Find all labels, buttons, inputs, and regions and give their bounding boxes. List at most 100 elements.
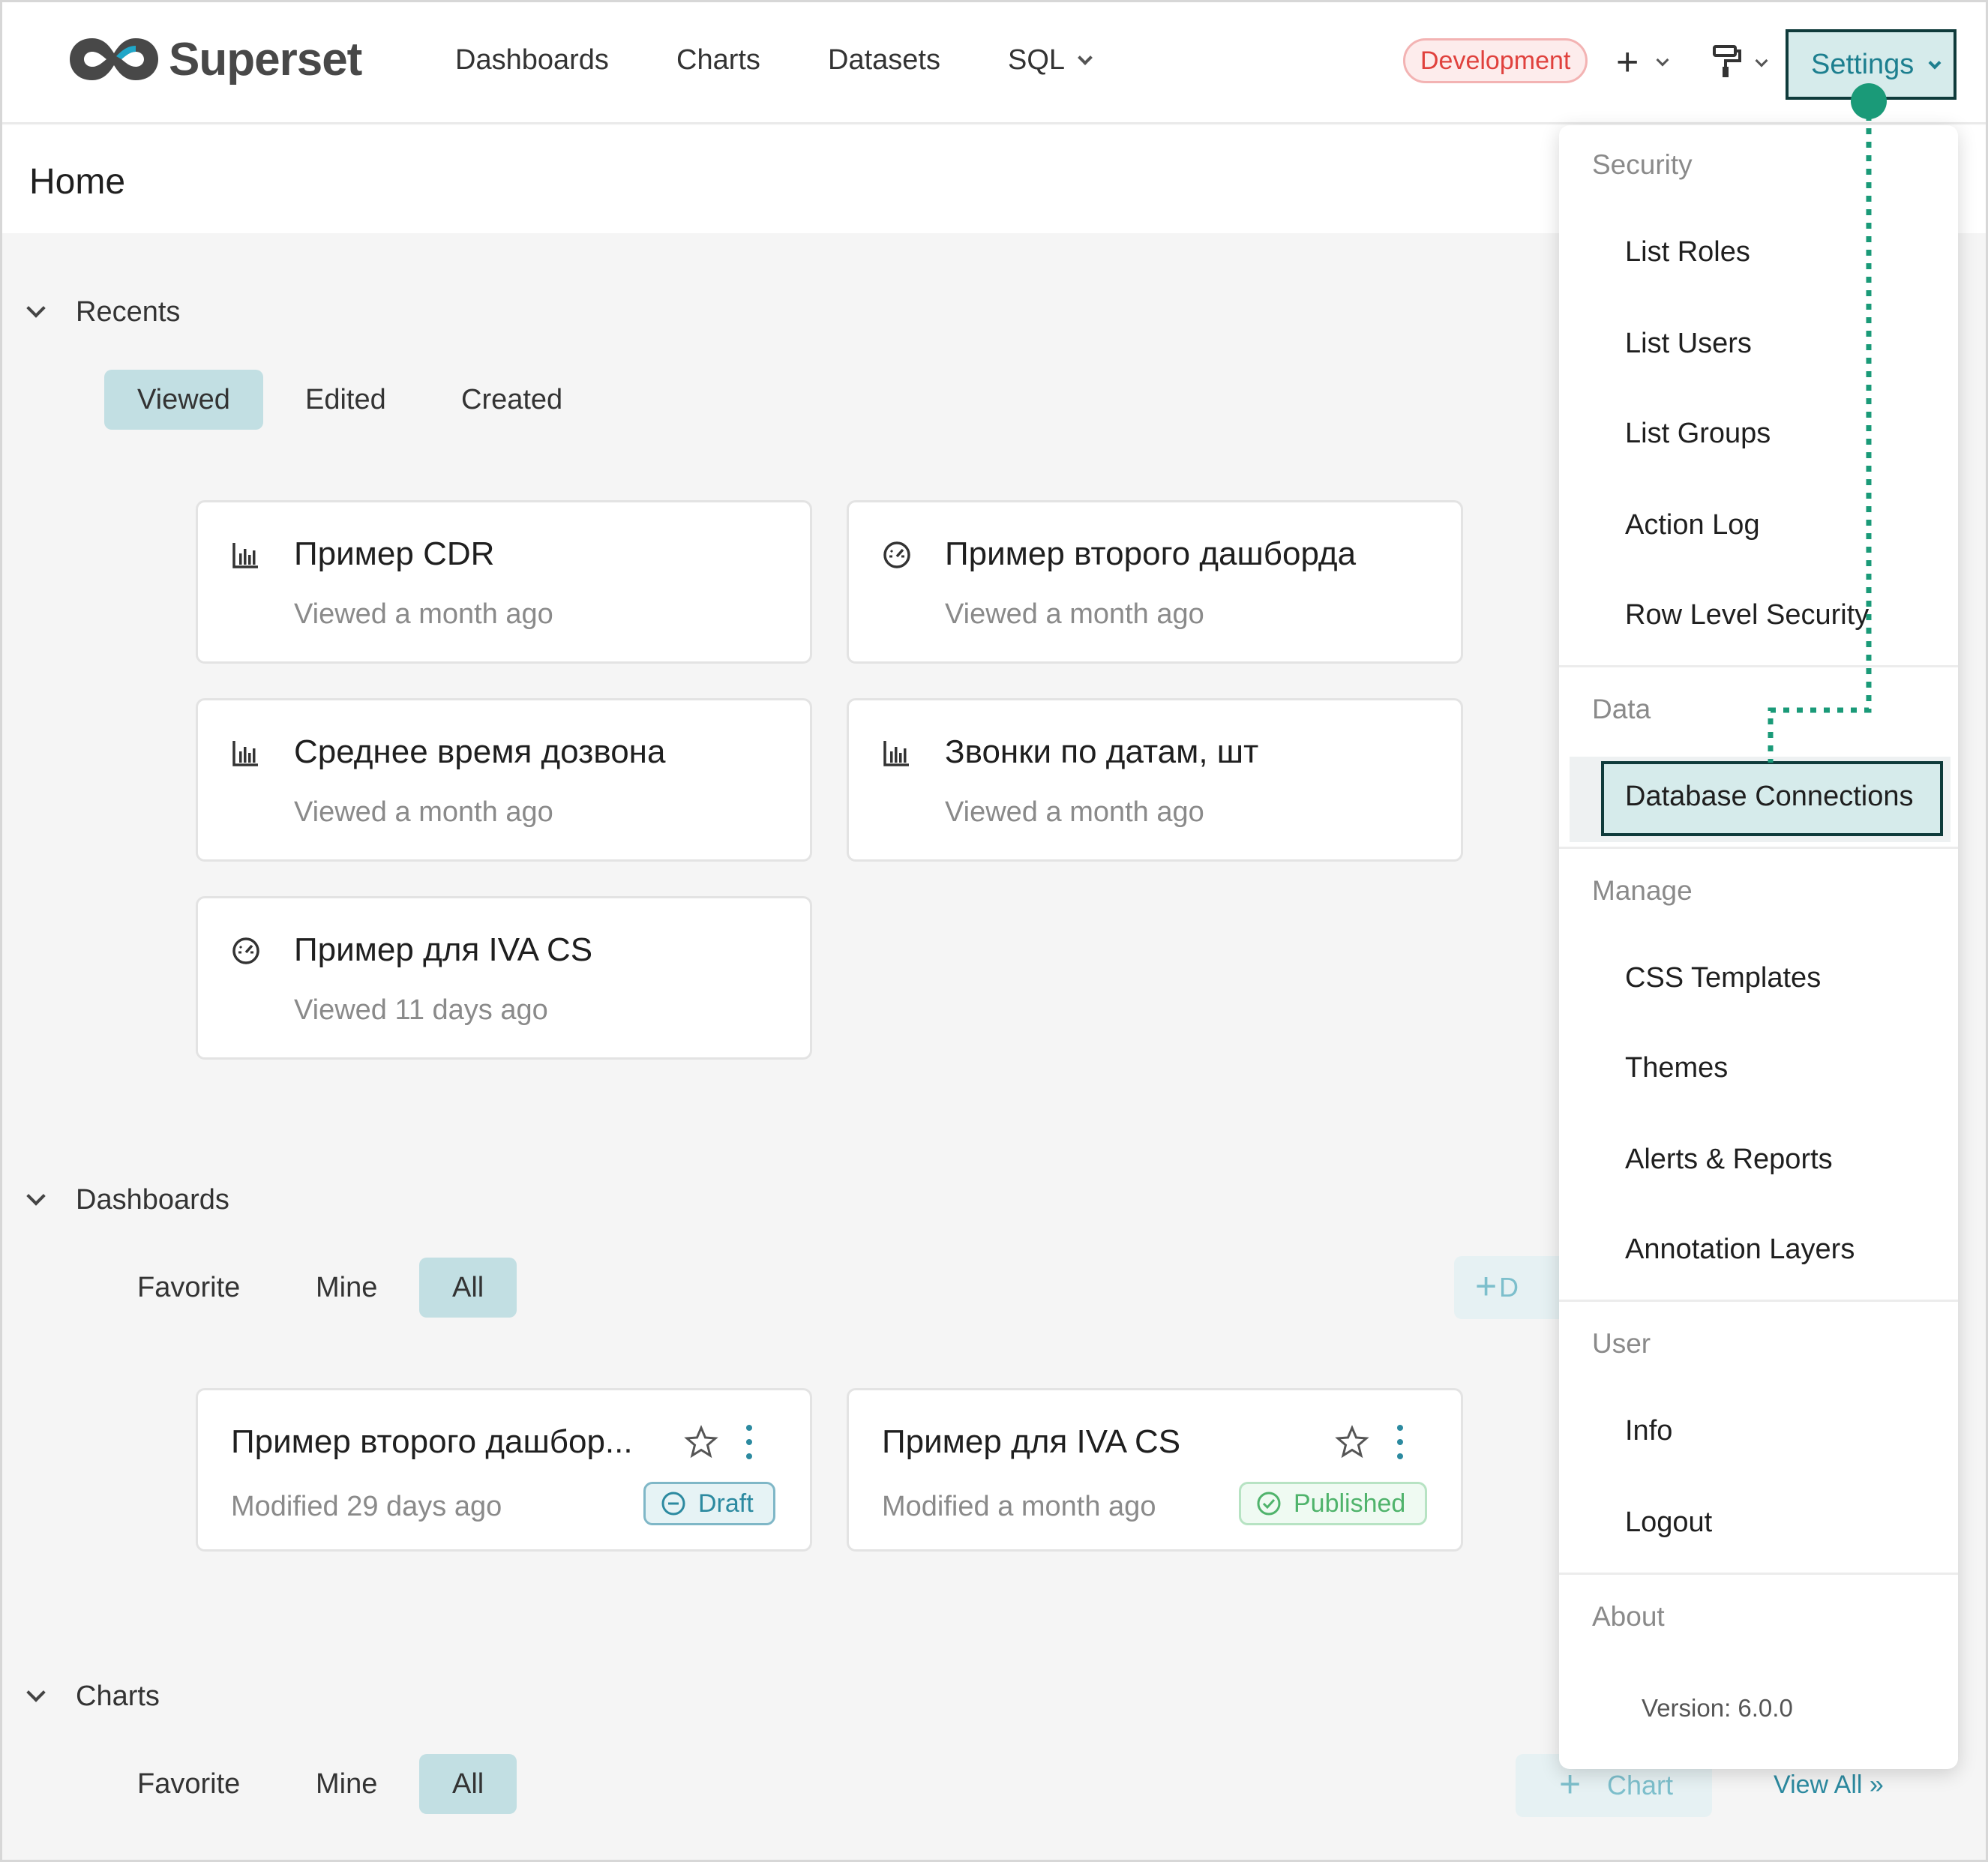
menu-divider: [1559, 665, 1958, 667]
bar-chart-icon: [232, 543, 258, 568]
bar-chart-icon: [883, 741, 909, 766]
plus-icon: +: [1616, 40, 1639, 84]
tab-favorite[interactable]: Favorite: [104, 1754, 273, 1814]
add-chart-label: Chart: [1607, 1770, 1674, 1801]
recents-section-header[interactable]: Recents: [26, 296, 181, 328]
menu-item-list-roles[interactable]: List Roles: [1625, 236, 1750, 268]
dashboard-card[interactable]: Пример второго дашбор... Modified 29 day…: [196, 1388, 812, 1552]
dashboard-gauge-icon: [232, 937, 259, 964]
view-all-link[interactable]: View All »: [1774, 1771, 1884, 1800]
menu-item-action-log[interactable]: Action Log: [1625, 509, 1760, 541]
charts-title: Charts: [76, 1681, 160, 1712]
theme-menu[interactable]: [1712, 44, 1768, 82]
nav-sql[interactable]: SQL: [1008, 44, 1093, 76]
nav-sql-label: SQL: [1008, 44, 1066, 76]
top-navbar: Superset Dashboards Charts Datasets SQL …: [2, 2, 1986, 124]
menu-group-security: Security: [1592, 149, 1693, 180]
star-icon[interactable]: [684, 1425, 718, 1459]
star-icon[interactable]: [1335, 1425, 1369, 1459]
settings-label: Settings: [1811, 49, 1915, 80]
menu-item-database-connections-label: Database Connections: [1625, 781, 1914, 812]
dashboard-card-subtitle: Modified a month ago: [882, 1491, 1156, 1522]
page-title: Home: [29, 162, 126, 202]
menu-item-database-connections[interactable]: Database Connections: [1601, 761, 1943, 836]
recent-card-subtitle: Viewed 11 days ago: [294, 994, 548, 1026]
tab-created[interactable]: Created: [428, 370, 595, 430]
more-options-icon[interactable]: [1396, 1423, 1404, 1461]
tab-edited[interactable]: Edited: [272, 370, 419, 430]
recents-title: Recents: [76, 296, 181, 328]
plus-icon: +: [1475, 1265, 1498, 1307]
new-item-menu[interactable]: +: [1616, 40, 1669, 84]
collapse-chevron-icon: [26, 1186, 46, 1206]
menu-item-row-level-security[interactable]: Row Level Security: [1625, 599, 1869, 631]
tab-favorite[interactable]: Favorite: [104, 1258, 273, 1318]
menu-group-data: Data: [1592, 694, 1651, 724]
check-circle-icon: [1257, 1492, 1281, 1516]
recent-card[interactable]: Пример второго дашборда Viewed a month a…: [847, 500, 1463, 664]
menu-item-info[interactable]: Info: [1625, 1415, 1672, 1447]
app-frame: Superset Dashboards Charts Datasets SQL …: [0, 0, 1988, 1862]
collapse-chevron-icon: [26, 298, 46, 318]
dashboard-card[interactable]: Пример для IVA CS Modified a month ago P…: [847, 1388, 1463, 1552]
tab-viewed[interactable]: Viewed: [104, 370, 263, 430]
recent-card-subtitle: Viewed a month ago: [945, 796, 1204, 828]
version-text: Version: 6.0.0: [1642, 1694, 1793, 1722]
menu-item-list-groups[interactable]: List Groups: [1625, 418, 1771, 450]
menu-divider: [1559, 1300, 1958, 1302]
chevron-down-icon: [1078, 50, 1093, 65]
environment-badge: Development: [1403, 38, 1588, 83]
menu-divider: [1559, 1573, 1958, 1575]
recent-card-subtitle: Viewed a month ago: [945, 598, 1204, 630]
recent-card-title: Среднее время дозвона: [294, 733, 666, 770]
superset-logo[interactable]: Superset: [67, 31, 362, 88]
bar-chart-icon: [232, 741, 258, 766]
dashboard-card-title: Пример второго дашбор...: [231, 1423, 633, 1460]
dashboard-card-subtitle: Modified 29 days ago: [231, 1491, 502, 1522]
status-badge-label: Draft: [698, 1489, 754, 1518]
recent-card[interactable]: Среднее время дозвона Viewed a month ago: [196, 698, 812, 862]
tab-mine[interactable]: Mine: [283, 1754, 410, 1814]
more-options-icon[interactable]: [745, 1423, 753, 1461]
recent-card[interactable]: Пример для IVA CS Viewed 11 days ago: [196, 896, 812, 1060]
chevron-down-icon: [1656, 53, 1669, 67]
tab-all[interactable]: All: [419, 1754, 517, 1814]
menu-item-logout[interactable]: Logout: [1625, 1507, 1712, 1539]
recent-card-title: Пример второго дашборда: [945, 535, 1357, 572]
dashboards-section-header[interactable]: Dashboards: [26, 1184, 229, 1216]
nav-datasets[interactable]: Datasets: [828, 44, 940, 76]
menu-item-themes[interactable]: Themes: [1625, 1052, 1728, 1084]
menu-item-css-templates[interactable]: CSS Templates: [1625, 962, 1821, 994]
recent-card-title: Звонки по датам, шт: [945, 733, 1259, 770]
recent-card-subtitle: Viewed a month ago: [294, 796, 553, 828]
menu-item-list-users[interactable]: List Users: [1625, 328, 1752, 360]
menu-item-alerts-reports[interactable]: Alerts & Reports: [1625, 1144, 1833, 1176]
charts-section-header[interactable]: Charts: [26, 1681, 160, 1713]
status-badge: Published: [1239, 1482, 1428, 1525]
nav-charts[interactable]: Charts: [676, 44, 760, 76]
menu-group-manage: Manage: [1592, 875, 1693, 906]
menu-divider: [1559, 847, 1958, 849]
dashboard-card-title: Пример для IVA CS: [882, 1423, 1181, 1460]
tab-mine[interactable]: Mine: [283, 1258, 410, 1318]
recent-card-title: Пример CDR: [294, 535, 495, 572]
recent-card[interactable]: Пример CDR Viewed a month ago: [196, 500, 812, 664]
minus-circle-icon: [661, 1492, 685, 1516]
status-badge-label: Published: [1294, 1489, 1406, 1518]
nav-dashboards[interactable]: Dashboards: [455, 44, 609, 76]
brand-name: Superset: [169, 33, 362, 85]
dashboard-gauge-icon: [883, 541, 910, 568]
settings-button[interactable]: Settings: [1786, 29, 1957, 100]
recent-card-subtitle: Viewed a month ago: [294, 598, 553, 630]
menu-group-user: User: [1592, 1328, 1651, 1359]
paint-roller-icon: [1713, 45, 1741, 77]
dashboards-title: Dashboards: [76, 1184, 229, 1216]
status-badge: Draft: [643, 1482, 775, 1525]
chevron-down-icon: [1755, 54, 1768, 67]
tab-all[interactable]: All: [419, 1258, 517, 1318]
recent-card[interactable]: Звонки по датам, шт Viewed a month ago: [847, 698, 1463, 862]
settings-dropdown-menu: Security List Roles List Users List Grou…: [1559, 125, 1958, 1769]
menu-group-about: About: [1592, 1601, 1665, 1632]
menu-item-annotation-layers[interactable]: Annotation Layers: [1625, 1234, 1855, 1266]
recent-card-title: Пример для IVA CS: [294, 931, 593, 968]
